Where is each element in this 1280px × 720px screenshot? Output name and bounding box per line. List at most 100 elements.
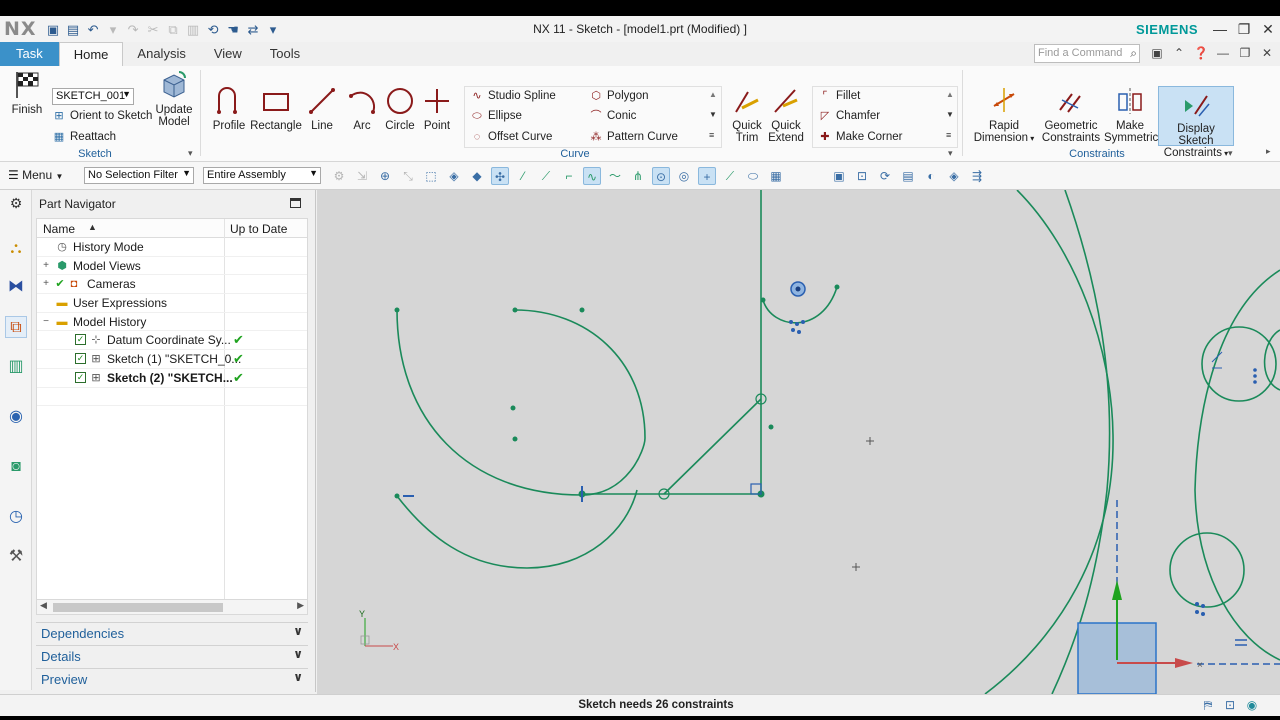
snap-curve-icon[interactable]: ⌐ xyxy=(560,167,578,185)
snap-spline-icon[interactable]: ∿ xyxy=(583,167,601,185)
repeat-command-icon[interactable]: ⟲ xyxy=(205,21,222,38)
zoom-icon[interactable]: ⊡ xyxy=(853,167,871,185)
finish-button[interactable]: Finish xyxy=(8,70,46,116)
tab-analysis[interactable]: Analysis xyxy=(123,42,199,66)
sketch-circle-lower[interactable] xyxy=(1169,532,1245,608)
make-symmetric-button[interactable]: Make Symmetric xyxy=(1104,86,1158,144)
general-selection-icon[interactable]: ⚙ xyxy=(330,167,348,185)
globe-icon[interactable]: ◉ xyxy=(1244,697,1260,713)
orient-to-sketch-button[interactable]: ⊞ Orient to Sketch xyxy=(52,109,152,123)
constraints-group-more-icon[interactable]: ▾ xyxy=(1228,148,1233,159)
profile-button[interactable]: Profile xyxy=(208,86,250,132)
geometric-constraints-button[interactable]: Geometric Constraints xyxy=(1040,86,1102,144)
snap-tangent-icon[interactable]: 〜 xyxy=(606,167,624,185)
tree-row-cameras[interactable]: + ✔ ◘ Cameras xyxy=(37,275,307,295)
snap-end-icon[interactable]: ⟋ xyxy=(537,167,555,185)
dependencies-panel-header[interactable]: Dependencies ∨ xyxy=(36,622,308,642)
reattach-button[interactable]: ▦ Reattach xyxy=(52,130,116,144)
select-face-icon[interactable]: ⤡ xyxy=(399,167,417,185)
history-palette-icon[interactable]: ◙ xyxy=(5,456,27,478)
assembly-scope-dropdown[interactable]: Entire Assembly ▼ xyxy=(203,167,321,184)
quick-trim-button[interactable]: Quick Trim xyxy=(728,86,766,144)
visibility-checkbox[interactable]: ✓ xyxy=(75,334,86,346)
window-layout-icon[interactable]: ▣ xyxy=(1148,44,1166,62)
offset-curve-button[interactable]: ◌ Offset Curve xyxy=(470,130,553,144)
edit-gallery-down-icon[interactable]: ▼ xyxy=(946,110,954,119)
tree-row-user-expressions[interactable]: ▬ User Expressions xyxy=(37,294,307,313)
snap-face-icon[interactable]: ⬭ xyxy=(744,167,762,185)
visibility-checkbox[interactable]: ✓ xyxy=(75,371,86,383)
gallery-down-icon[interactable]: ▼ xyxy=(709,110,717,119)
close-icon[interactable]: ✕ xyxy=(1256,16,1280,42)
rectangle-button[interactable]: Rectangle xyxy=(250,86,302,132)
tree-horizontal-scrollbar[interactable]: ◀ ▶ xyxy=(36,599,308,615)
copy-icon[interactable]: ⧉ xyxy=(165,21,182,38)
snap-view-icon[interactable]: ⊕ xyxy=(376,167,394,185)
edit-gallery-expand-icon[interactable]: ≡ xyxy=(946,130,951,140)
circle-button[interactable]: Circle xyxy=(382,86,418,132)
display-sketch-constraints-button[interactable]: Display Sketch Constraints ▾ xyxy=(1158,86,1234,159)
scroll-right-icon[interactable]: ▶ xyxy=(297,600,304,611)
tree-row-sketch-2[interactable]: ✓ ⊞ Sketch (2) "SKETCH... ✔ xyxy=(37,369,307,388)
inner-restore-icon[interactable]: ❐ xyxy=(1236,44,1254,62)
restore-icon[interactable]: ❐ xyxy=(1232,16,1256,42)
sketch-diagonal-line[interactable] xyxy=(663,398,762,495)
tree-row-model-history[interactable]: − ▬ Model History xyxy=(37,313,307,332)
help-icon[interactable]: ❓ xyxy=(1192,44,1210,62)
polygon-button[interactable]: ⬡ Polygon xyxy=(589,89,648,103)
pattern-curve-button[interactable]: ⁂ Pattern Curve xyxy=(589,130,678,144)
snap-line-icon[interactable]: ⁄ xyxy=(514,167,532,185)
column-header-name[interactable]: Name xyxy=(43,222,75,236)
undo-icon[interactable]: ↶ xyxy=(85,21,102,38)
resource-bar-settings-icon[interactable]: ⚙ xyxy=(5,192,27,214)
quick-extend-button[interactable]: Quick Extend xyxy=(766,86,806,144)
snap-point-icon[interactable]: ✣ xyxy=(491,167,509,185)
assembly-navigator-icon[interactable]: ⛬ xyxy=(5,238,27,260)
sketch-lower-arc[interactable] xyxy=(396,489,638,569)
graphics-window[interactable]: × Y X xyxy=(317,190,1280,694)
cut-icon[interactable]: ✂ xyxy=(145,21,162,38)
tree-row-history-mode[interactable]: ◷ History Mode xyxy=(37,238,307,257)
search-icon[interactable]: ⌕ xyxy=(1130,46,1137,61)
inner-close-icon[interactable]: ✕ xyxy=(1258,44,1276,62)
paste-icon[interactable]: ▥ xyxy=(185,21,202,38)
tab-tools[interactable]: Tools xyxy=(256,42,314,66)
arc-button[interactable]: Arc xyxy=(344,86,380,132)
part-navigator-icon[interactable]: ⧉ xyxy=(5,316,27,338)
window-switch-icon[interactable]: ⇄ xyxy=(245,21,262,38)
collapse-icon[interactable]: − xyxy=(41,316,51,327)
rendering-style-icon[interactable]: ◐ xyxy=(922,167,940,185)
fillet-button[interactable]: ⌜ Fillet xyxy=(818,89,860,103)
snap-on-curve-icon[interactable]: ⟋ xyxy=(721,167,739,185)
fit-view-icon[interactable]: ▣ xyxy=(830,167,848,185)
rect-select-icon[interactable]: ⬚ xyxy=(422,167,440,185)
edit-gallery-up-icon[interactable]: ▲ xyxy=(946,90,954,99)
maximize-panel-icon[interactable] xyxy=(290,198,301,208)
display-part-icon[interactable]: ◈ xyxy=(945,167,963,185)
expand-icon[interactable]: + xyxy=(41,260,51,271)
web-browser-icon[interactable]: ◉ xyxy=(5,406,27,428)
sketch-large-circle-inner[interactable] xyxy=(1051,190,1111,694)
orient-view-icon[interactable]: ▤ xyxy=(899,167,917,185)
visibility-checkbox[interactable]: ✓ xyxy=(75,353,86,365)
snap-center-icon[interactable]: ⊙ xyxy=(652,167,670,185)
sketch-spline-curve[interactable] xyxy=(396,309,646,496)
redo-icon[interactable]: ↷ xyxy=(125,21,142,38)
body-select-icon[interactable]: ◈ xyxy=(445,167,463,185)
constraint-navigator-icon[interactable]: ⧓ xyxy=(5,276,27,298)
tab-view[interactable]: View xyxy=(200,42,256,66)
sketch-name-dropdown[interactable]: SKETCH_001 ▼ xyxy=(52,88,134,105)
scroll-left-icon[interactable]: ◀ xyxy=(40,600,47,611)
collapse-ribbon-icon[interactable]: ⌃ xyxy=(1170,44,1188,62)
tab-home[interactable]: Home xyxy=(58,42,124,66)
rapid-dimension-button[interactable]: Rapid Dimension ▾ xyxy=(970,86,1038,145)
tree-row-datum-csys[interactable]: ✓ ⊹ Datum Coordinate Sy... ✔ xyxy=(37,331,307,351)
column-header-up-to-date[interactable]: Up to Date xyxy=(230,222,287,236)
snap-existing-point-icon[interactable]: + xyxy=(698,167,716,185)
find-command-input[interactable]: Find a Command ⌕ xyxy=(1034,44,1140,63)
process-studio-icon[interactable]: ⚒ xyxy=(5,546,27,568)
ellipse-button[interactable]: ⬭ Ellipse xyxy=(470,109,522,123)
make-corner-button[interactable]: ✚ Make Corner xyxy=(818,130,902,144)
visibility-icon[interactable]: ⇶ xyxy=(968,167,986,185)
solid-select-icon[interactable]: ◆ xyxy=(468,167,486,185)
